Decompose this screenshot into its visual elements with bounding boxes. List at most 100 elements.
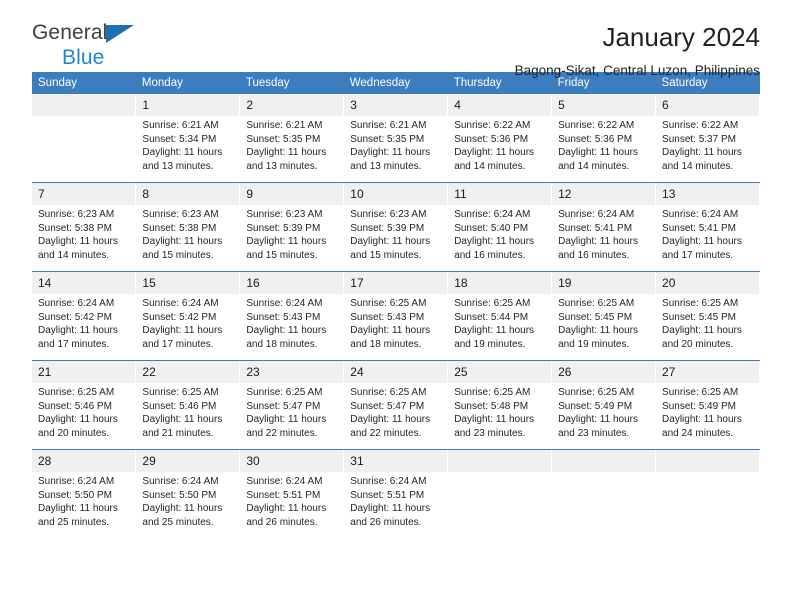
day-details: Sunrise: 6:25 AM Sunset: 5:48 PM Daylight:…: [448, 383, 551, 440]
calendar-day-cell[interactable]: 11 Sunrise: 6:24 AM Sunset: 5:40 PM Dayligh…: [447, 182, 553, 272]
calendar-day-cell[interactable]: 28 Sunrise: 6:24 AM Sunset: 5:50 PM Dayligh…: [32, 449, 137, 538]
day-number: 20: [656, 272, 759, 294]
calendar-day-cell[interactable]: 8 Sunrise: 6:23 AM Sunset: 5:38 PM Daylight…: [135, 182, 241, 272]
sunset-time: Sunset: 5:34 PM: [142, 133, 217, 145]
calendar-day-cell[interactable]: 22 Sunrise: 6:25 AM Sunset: 5:46 PM Dayligh…: [135, 360, 241, 450]
sunset-time: Sunset: 5:42 PM: [38, 311, 112, 323]
calendar-day-cell[interactable]: 1 Sunrise: 6:21 AM Sunset: 5:34 PM Daylight…: [135, 94, 241, 183]
calendar-day-cell[interactable]: 4 Sunrise: 6:22 AM Sunset: 5:36 PM Daylight…: [447, 94, 553, 183]
day-number: 29: [136, 450, 240, 472]
day-details: Sunrise: 6:23 AM Sunset: 5:39 PM Daylight:…: [344, 205, 447, 262]
calendar-day-cell[interactable]: 20 Sunrise: 6:25 AM Sunset: 5:45 PM Dayligh…: [655, 271, 760, 361]
weekday-header-wednesday: Wednesday: [343, 72, 448, 94]
day-cell-content: 18 Sunrise: 6:25 AM Sunset: 5:44 PM Dayligh…: [448, 272, 552, 360]
day-number: 13: [656, 183, 759, 205]
calendar-day-cell[interactable]: 17 Sunrise: 6:25 AM Sunset: 5:43 PM Dayligh…: [343, 271, 449, 361]
sunset-time: Sunset: 5:41 PM: [558, 222, 633, 234]
calendar-day-cell[interactable]: 19 Sunrise: 6:25 AM Sunset: 5:45 PM Dayligh…: [551, 271, 657, 361]
day-cell-content: 22 Sunrise: 6:25 AM Sunset: 5:46 PM Dayligh…: [136, 361, 240, 449]
calendar-day-cell[interactable]: 21 Sunrise: 6:25 AM Sunset: 5:46 PM Dayligh…: [32, 360, 137, 450]
calendar-day-cell[interactable]: [447, 449, 553, 538]
sunset-time: Sunset: 5:43 PM: [350, 311, 425, 323]
calendar-day-cell[interactable]: 30 Sunrise: 6:24 AM Sunset: 5:51 PM Dayligh…: [239, 449, 345, 538]
calendar-day-cell[interactable]: 15 Sunrise: 6:24 AM Sunset: 5:42 PM Dayligh…: [135, 271, 241, 361]
sunset-time: Sunset: 5:44 PM: [454, 311, 529, 323]
calendar-day-cell[interactable]: 16 Sunrise: 6:24 AM Sunset: 5:43 PM Dayligh…: [239, 271, 345, 361]
day-cell-content: 1 Sunrise: 6:21 AM Sunset: 5:34 PM Daylight…: [136, 94, 240, 182]
day-cell-content: 2 Sunrise: 6:21 AM Sunset: 5:35 PM Daylight…: [240, 94, 344, 182]
daylight-duration-line2: and 15 minutes.: [246, 249, 318, 261]
sunset-time: Sunset: 5:47 PM: [246, 400, 321, 412]
calendar-day-cell[interactable]: 29 Sunrise: 6:24 AM Sunset: 5:50 PM Dayligh…: [135, 449, 241, 538]
day-cell-content: 9 Sunrise: 6:23 AM Sunset: 5:39 PM Daylight…: [240, 183, 344, 271]
sunset-time: Sunset: 5:36 PM: [454, 133, 529, 145]
day-number: 6: [656, 94, 759, 116]
sunrise-time: Sunrise: 6:24 AM: [38, 298, 115, 309]
calendar-table: Sunday Monday Tuesday Wednesday Thursday…: [32, 72, 760, 538]
calendar-day-cell[interactable]: 31 Sunrise: 6:24 AM Sunset: 5:51 PM Dayligh…: [343, 449, 449, 538]
page-subtitle: Bagong-Sikat, Central Luzon, Philippines: [514, 63, 760, 78]
day-details: Sunrise: 6:25 AM Sunset: 5:45 PM Daylight:…: [656, 294, 759, 351]
day-cell-content: [552, 450, 656, 538]
calendar-day-cell[interactable]: 12 Sunrise: 6:24 AM Sunset: 5:41 PM Dayligh…: [551, 182, 657, 272]
day-cell-content: 21 Sunrise: 6:25 AM Sunset: 5:46 PM Dayligh…: [32, 361, 136, 449]
calendar-day-cell[interactable]: 26 Sunrise: 6:25 AM Sunset: 5:49 PM Dayligh…: [551, 360, 657, 450]
sunrise-time: Sunrise: 6:22 AM: [558, 120, 635, 131]
calendar-day-cell[interactable]: 7 Sunrise: 6:23 AM Sunset: 5:38 PM Daylight…: [32, 182, 137, 272]
daylight-duration-line2: and 25 minutes.: [38, 516, 110, 528]
daylight-duration-line2: and 23 minutes.: [454, 427, 526, 439]
sunrise-time: Sunrise: 6:21 AM: [246, 120, 323, 131]
calendar-day-cell[interactable]: 2 Sunrise: 6:21 AM Sunset: 5:35 PM Daylight…: [239, 94, 345, 183]
day-cell-content: 15 Sunrise: 6:24 AM Sunset: 5:42 PM Dayligh…: [136, 272, 240, 360]
title-block: January 2024 Bagong-Sikat, Central Luzon…: [515, 22, 760, 80]
calendar-day-cell[interactable]: [551, 449, 657, 538]
calendar-day-cell[interactable]: 14 Sunrise: 6:24 AM Sunset: 5:42 PM Dayligh…: [32, 271, 137, 361]
day-cell-content: 31 Sunrise: 6:24 AM Sunset: 5:51 PM Dayligh…: [344, 450, 448, 538]
calendar-day-cell[interactable]: 6 Sunrise: 6:22 AM Sunset: 5:37 PM Daylight…: [655, 94, 760, 183]
calendar-day-cell[interactable]: 27 Sunrise: 6:25 AM Sunset: 5:49 PM Dayligh…: [655, 360, 760, 450]
calendar-day-cell[interactable]: 13 Sunrise: 6:24 AM Sunset: 5:41 PM Dayligh…: [655, 182, 760, 272]
calendar-day-cell[interactable]: 23 Sunrise: 6:25 AM Sunset: 5:47 PM Dayligh…: [239, 360, 345, 450]
sunset-time: Sunset: 5:39 PM: [350, 222, 425, 234]
daylight-duration-line2: and 20 minutes.: [38, 427, 110, 439]
daylight-duration-line2: and 25 minutes.: [142, 516, 214, 528]
calendar-day-cell[interactable]: 5 Sunrise: 6:22 AM Sunset: 5:36 PM Daylight…: [551, 94, 657, 183]
sunrise-time: Sunrise: 6:24 AM: [246, 298, 323, 309]
daylight-duration-line1: Daylight: 11 hours: [142, 325, 223, 337]
calendar-day-cell[interactable]: 10 Sunrise: 6:23 AM Sunset: 5:39 PM Dayligh…: [343, 182, 449, 272]
day-details: [656, 472, 759, 475]
daylight-duration-line1: Daylight: 11 hours: [38, 503, 118, 515]
calendar-day-cell[interactable]: [32, 94, 137, 183]
day-details: Sunrise: 6:24 AM Sunset: 5:51 PM Daylight:…: [344, 472, 447, 529]
calendar-day-cell[interactable]: 9 Sunrise: 6:23 AM Sunset: 5:39 PM Daylight…: [239, 182, 345, 272]
day-details: Sunrise: 6:24 AM Sunset: 5:42 PM Daylight:…: [32, 294, 135, 351]
sunset-time: Sunset: 5:43 PM: [246, 311, 321, 323]
calendar-day-cell[interactable]: 3 Sunrise: 6:21 AM Sunset: 5:35 PM Daylight…: [343, 94, 449, 183]
day-cell-content: 27 Sunrise: 6:25 AM Sunset: 5:49 PM Dayligh…: [656, 361, 759, 449]
daylight-duration-line1: Daylight: 11 hours: [142, 503, 223, 515]
day-details: Sunrise: 6:24 AM Sunset: 5:51 PM Daylight:…: [240, 472, 343, 529]
sunrise-time: Sunrise: 6:24 AM: [558, 209, 635, 220]
day-number: 17: [344, 272, 448, 294]
calendar-day-cell[interactable]: 24 Sunrise: 6:25 AM Sunset: 5:47 PM Dayligh…: [343, 360, 449, 450]
daylight-duration-line2: and 19 minutes.: [558, 338, 630, 350]
calendar-day-cell[interactable]: 18 Sunrise: 6:25 AM Sunset: 5:44 PM Dayligh…: [447, 271, 553, 361]
day-details: Sunrise: 6:25 AM Sunset: 5:45 PM Daylight:…: [552, 294, 655, 351]
day-number: 24: [344, 361, 448, 383]
daylight-duration-line1: Daylight: 11 hours: [142, 236, 223, 248]
sunrise-time: Sunrise: 6:21 AM: [142, 120, 219, 131]
day-number: 31: [344, 450, 448, 472]
general-blue-logo[interactable]: General Blue: [32, 22, 182, 74]
day-number: 26: [552, 361, 656, 383]
day-cell-content: 30 Sunrise: 6:24 AM Sunset: 5:51 PM Dayligh…: [240, 450, 344, 538]
calendar-day-cell[interactable]: [655, 449, 760, 538]
daylight-duration-line1: Daylight: 11 hours: [246, 147, 327, 159]
day-cell-content: 28 Sunrise: 6:24 AM Sunset: 5:50 PM Dayligh…: [32, 450, 136, 538]
day-details: Sunrise: 6:23 AM Sunset: 5:38 PM Daylight:…: [32, 205, 135, 262]
sunrise-time: Sunrise: 6:22 AM: [454, 120, 531, 131]
day-number: 21: [32, 361, 136, 383]
calendar-day-cell[interactable]: 25 Sunrise: 6:25 AM Sunset: 5:48 PM Dayligh…: [447, 360, 553, 450]
calendar-week-row: 28 Sunrise: 6:24 AM Sunset: 5:50 PM Dayligh…: [32, 449, 760, 538]
daylight-duration-line1: Daylight: 11 hours: [350, 236, 431, 248]
day-number: 1: [136, 94, 240, 116]
